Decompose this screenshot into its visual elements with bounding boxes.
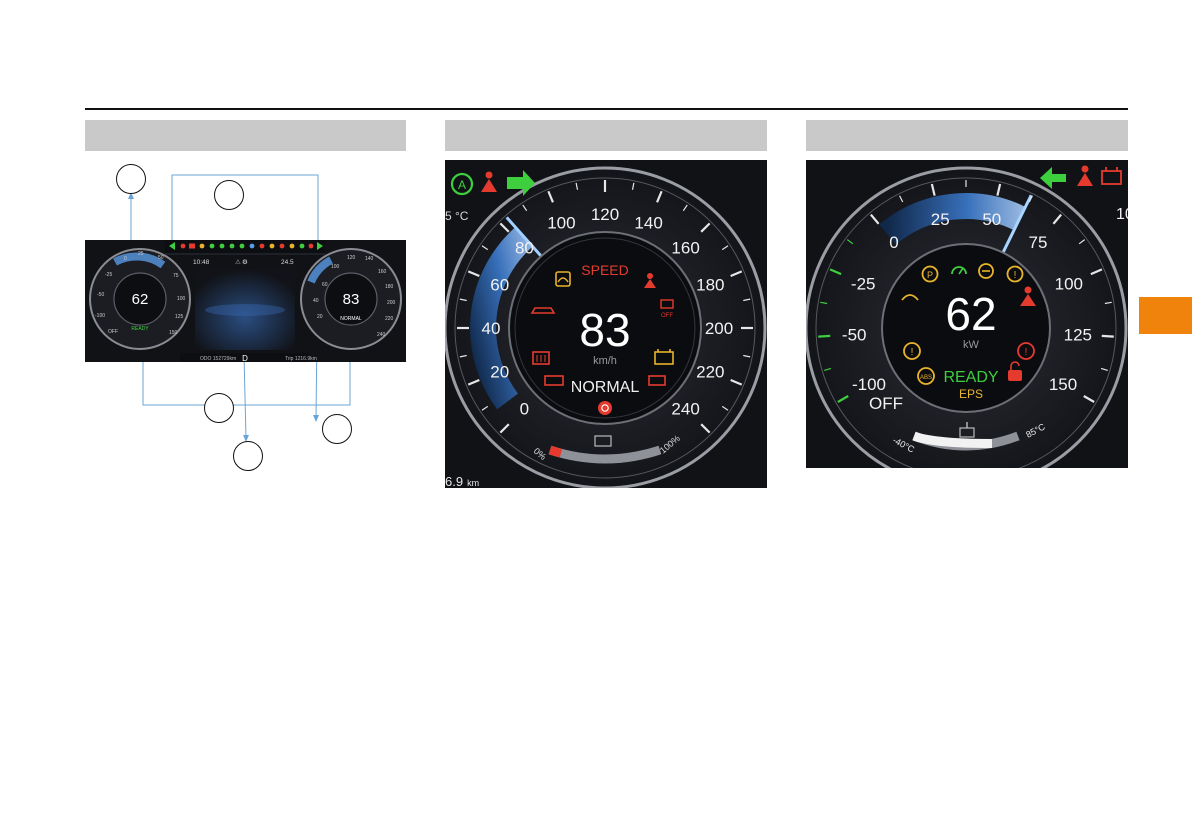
overview-speed-value: 83	[343, 291, 360, 308]
speed-scale-label: 80	[515, 238, 534, 257]
svg-text:-100: -100	[95, 313, 105, 319]
svg-text:120: 120	[347, 255, 356, 261]
power-scale-label: 75	[1029, 233, 1048, 252]
svg-text:A: A	[458, 178, 466, 192]
brake-warning-icon	[598, 401, 612, 415]
drive-mode: NORMAL	[571, 379, 640, 396]
overview-drive-mode: NORMAL	[340, 316, 362, 322]
power-unit: kW	[963, 339, 980, 351]
svg-text:P: P	[927, 270, 933, 280]
speed-scale-label: 200	[705, 319, 733, 338]
corner-distance: 6.9	[445, 474, 463, 488]
speed-unit: km/h	[593, 355, 617, 367]
svg-text:220: 220	[385, 316, 394, 322]
seatbelt-warning-icon	[180, 243, 186, 249]
overview-trip: 1216.9	[295, 356, 311, 362]
svg-text:60: 60	[322, 282, 328, 288]
speed-warning-text: SPEED	[581, 262, 628, 278]
corner-distance-unit: km	[467, 478, 479, 488]
speed-scale-label: 20	[490, 363, 509, 382]
callout-circle	[204, 393, 234, 423]
speed-scale-label: 0	[520, 400, 529, 419]
overview-trip-unit: km	[310, 356, 317, 362]
speed-scale-label: 160	[671, 238, 699, 257]
warning-triangle-icon: ⚠	[235, 258, 241, 266]
svg-text:125: 125	[175, 314, 184, 320]
power-scale-label: -100	[852, 375, 886, 394]
overview-ready: READY	[131, 326, 149, 332]
callout-circle	[233, 441, 263, 471]
overview-outside-temp: 24.5	[281, 259, 294, 266]
instrument-cluster-overview: 10:48 ⚠ ⚙ 24.5 62 READY OFF 0 25 50 75 -25…	[85, 240, 406, 362]
svg-text:-50: -50	[97, 292, 104, 298]
svg-text:140: 140	[365, 256, 374, 262]
overview-gear: D	[242, 354, 248, 362]
speed-scale-label: 100	[547, 214, 575, 233]
speed-scale-label: 140	[634, 214, 662, 233]
battery-warning-icon	[189, 243, 195, 249]
soc-fill	[548, 445, 563, 458]
svg-text:0: 0	[124, 256, 127, 262]
svg-text:!: !	[1014, 270, 1017, 281]
power-scale-label: 150	[1049, 375, 1077, 394]
power-scale-label: 0	[889, 233, 898, 252]
power-off-label: OFF	[869, 394, 903, 413]
svg-text:OFF: OFF	[661, 313, 673, 319]
speed-scale-label: 220	[696, 363, 724, 382]
svg-text:150: 150	[169, 330, 178, 336]
settings-gear-icon[interactable]: ⚙	[242, 258, 248, 266]
svg-text:ABS: ABS	[920, 375, 932, 381]
power-meter-panel: -100 -50 -25 0 25 50 75 100 125 150 P ! ! ! ABS 6…	[806, 160, 1128, 468]
callout-circle	[214, 180, 244, 210]
overview-time: 10:48	[193, 259, 210, 266]
callout-circle	[322, 414, 352, 444]
svg-text:40: 40	[313, 298, 319, 304]
overview-power-gauge: 62 READY OFF 0 25 50 75 -25 -50 -100 100 125…	[89, 248, 191, 350]
svg-text:75: 75	[173, 273, 179, 279]
speed-scale-label: 240	[671, 400, 699, 419]
speed-value: 83	[579, 304, 630, 356]
svg-text:240: 240	[377, 332, 386, 338]
power-scale-label: 100	[1055, 275, 1083, 294]
overview-off: OFF	[108, 329, 118, 335]
power-scale-label: 25	[931, 210, 950, 229]
eps-label: EPS	[959, 387, 983, 401]
svg-text:-25: -25	[105, 272, 112, 278]
power-tick	[818, 334, 831, 338]
svg-text:200: 200	[387, 300, 396, 306]
power-scale-label: -50	[842, 326, 867, 345]
svg-text:Trip 1216.9km: Trip 1216.9km	[285, 356, 317, 362]
corner-value: 10	[1116, 206, 1128, 223]
overview-power-value: 62	[132, 291, 149, 308]
svg-text:100: 100	[331, 264, 340, 270]
svg-text:25: 25	[138, 251, 144, 257]
speed-scale-label: 40	[482, 319, 501, 338]
svg-text:ODO 152729km: ODO 152729km	[200, 356, 236, 362]
corner-temp: 5 °C	[445, 209, 469, 223]
overview-speed-gauge: 83 NORMAL 100 120 140 160 180 200 220 240 40…	[300, 248, 402, 350]
svg-text:!: !	[1025, 347, 1028, 358]
ready-status: READY	[943, 369, 998, 386]
overview-odometer: 152729	[213, 356, 230, 362]
svg-text:160: 160	[378, 269, 387, 275]
power-tick	[1101, 334, 1114, 338]
speed-scale-label: 180	[696, 275, 724, 294]
svg-text:100: 100	[177, 296, 186, 302]
svg-text:180: 180	[385, 284, 394, 290]
svg-text:!: !	[911, 347, 914, 358]
speed-scale-label: 120	[591, 205, 619, 224]
power-value: 62	[945, 288, 996, 340]
callout-circle	[116, 164, 146, 194]
overview-trip-label: Trip	[285, 356, 294, 362]
power-scale-label: 125	[1064, 326, 1092, 345]
overview-odo-label: ODO	[200, 356, 212, 362]
power-scale-label: -25	[851, 275, 876, 294]
svg-text:20: 20	[317, 314, 323, 320]
speed-scale-label: 60	[490, 275, 509, 294]
svg-text:50: 50	[158, 255, 164, 261]
speedometer-panel: 0 20 40 60 80 100 120 140 160 180 200 220 240 SPEED …	[445, 160, 767, 488]
overview-odometer-unit: km	[229, 356, 236, 362]
power-scale-label: 50	[982, 210, 1001, 229]
